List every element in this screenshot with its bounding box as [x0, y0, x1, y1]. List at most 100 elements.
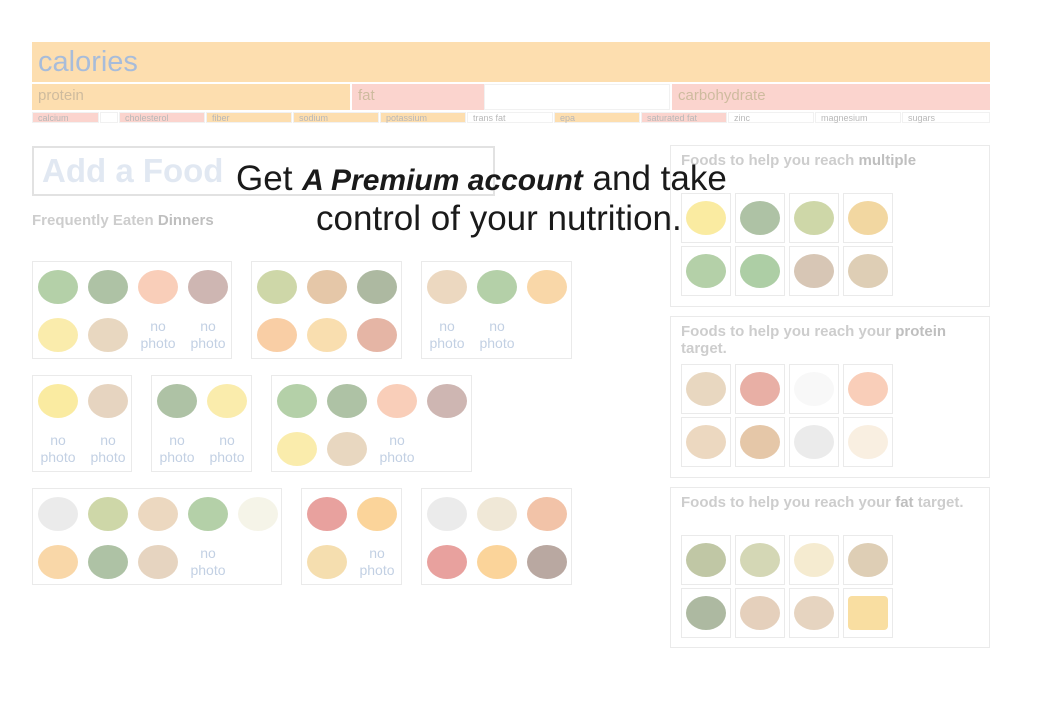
onion-icon [304, 312, 350, 358]
lobster-icon[interactable] [735, 364, 785, 414]
saturated-fat-bar[interactable]: saturated fat [641, 112, 727, 123]
cottage-cheese-icon[interactable] [789, 417, 839, 467]
seeds-icon[interactable] [843, 535, 893, 585]
photo-text: photo [479, 335, 515, 351]
broccoli-icon [185, 491, 231, 537]
shrimp-icon [374, 378, 420, 424]
bok-choy-icon[interactable] [681, 246, 731, 296]
fish-fillet-icon[interactable] [843, 417, 893, 467]
empty-bar [484, 84, 670, 110]
olives-icon[interactable] [681, 535, 731, 585]
magnesium-bar[interactable]: magnesium [815, 112, 901, 123]
orange-icon [354, 491, 400, 537]
no-text: no [150, 318, 166, 334]
calcium-bar[interactable]: calcium [32, 112, 99, 123]
peanut-butter-icon [135, 539, 181, 585]
promo-line-2: control of your nutrition. [316, 199, 682, 238]
meal-card[interactable]: no photo no photo [32, 261, 232, 359]
potassium-bar[interactable]: potassium [380, 112, 466, 123]
promo-take: and take [592, 159, 727, 198]
seeds-icon[interactable] [843, 246, 893, 296]
mushroom-icon [85, 312, 131, 358]
no-photo-placeholder: no photo [135, 312, 181, 358]
chicken-breast-icon [424, 264, 470, 310]
peanut-butter-icon[interactable] [789, 588, 839, 638]
shrimp-icon[interactable] [843, 364, 893, 414]
no-photo-placeholder: no photo [354, 539, 400, 585]
trans-fat-bar[interactable]: trans fat [467, 112, 553, 123]
no-text: no [100, 432, 116, 448]
meal-card[interactable]: no photo no photo [151, 375, 252, 472]
meal-card[interactable]: no photo no photo [32, 375, 132, 472]
no-text: no [439, 318, 455, 334]
cottage-cheese-icon [424, 491, 470, 537]
parsley-icon[interactable] [735, 246, 785, 296]
protein-bar[interactable]: protein [32, 84, 350, 110]
spinach-icon [85, 264, 131, 310]
olive-oil-icon[interactable] [789, 193, 839, 243]
broccoli-icon [35, 264, 81, 310]
broccoli-icon [474, 264, 520, 310]
roast-chicken-icon[interactable] [735, 417, 785, 467]
hummus-icon[interactable] [789, 535, 839, 585]
spinach-icon [85, 539, 131, 585]
no-photo-placeholder: no photo [185, 312, 231, 358]
photo-text: photo [90, 449, 126, 465]
mushroom-icon [324, 426, 370, 472]
pistachios-icon[interactable] [735, 535, 785, 585]
almonds-icon[interactable] [735, 588, 785, 638]
no-photo-placeholder: no photo [154, 426, 200, 472]
fish-icon [424, 378, 470, 424]
promo-line-1: Get A Premium account and take [236, 160, 727, 200]
sodium-bar[interactable]: sodium [293, 112, 379, 123]
spinach-icon[interactable] [735, 193, 785, 243]
meal-card[interactable] [251, 261, 402, 359]
mushroom-icon[interactable] [681, 364, 731, 414]
epa-bar[interactable]: epa [554, 112, 640, 123]
carrot-icon [254, 312, 300, 358]
snack-icon [304, 539, 350, 585]
honey-icon[interactable] [843, 193, 893, 243]
meal-card[interactable]: no photo [271, 375, 472, 472]
carbohydrate-bar[interactable]: carbohydrate [672, 84, 990, 110]
nuts-icon[interactable] [789, 246, 839, 296]
roast-chicken-icon [304, 264, 350, 310]
oats-icon [474, 491, 520, 537]
frequent-prefix: Frequently Eaten [32, 212, 158, 229]
no-photo-placeholder: no photo [85, 426, 131, 472]
no-text: no [169, 432, 185, 448]
vegetables-icon [354, 312, 400, 358]
cereal-icon [524, 491, 570, 537]
cheese-icon[interactable] [843, 588, 893, 638]
chicken-breast-icon[interactable] [681, 417, 731, 467]
sugars-bar[interactable]: sugars [902, 112, 990, 123]
meal-card[interactable]: no photo [32, 488, 282, 585]
cauliflower-icon [235, 491, 281, 537]
calories-bar[interactable]: calories [32, 42, 990, 82]
no-photo-placeholder: no photo [185, 539, 231, 585]
broccoli-icon [274, 378, 320, 424]
fiber-bar[interactable]: fiber [206, 112, 292, 123]
promo-premium-link[interactable]: A Premium account [302, 164, 583, 197]
peanut-butter-icon [85, 378, 131, 424]
panel-title-prefix: Foods to help you reach your [681, 494, 896, 511]
meal-card[interactable]: no photo no photo [421, 261, 572, 359]
no-photo-placeholder: no photo [35, 426, 81, 472]
avocado-icon[interactable] [681, 588, 731, 638]
no-photo-placeholder: no photo [374, 426, 420, 472]
cottage-cheese-icon [35, 491, 81, 537]
cholesterol-bar[interactable]: cholesterol [119, 112, 205, 123]
mozzarella-icon[interactable] [789, 364, 839, 414]
meal-card[interactable] [421, 488, 572, 585]
photo-text: photo [429, 335, 465, 351]
fish-oil-icon[interactable] [681, 193, 731, 243]
no-text: no [489, 318, 505, 334]
no-text: no [219, 432, 235, 448]
pasta-icon [35, 312, 81, 358]
no-text: no [200, 545, 216, 561]
zinc-bar[interactable]: zinc [728, 112, 814, 123]
no-text: no [389, 432, 405, 448]
meal-card[interactable]: no photo [301, 488, 402, 585]
no-photo-placeholder: no photo [474, 312, 520, 358]
chocolate-icon [524, 539, 570, 585]
